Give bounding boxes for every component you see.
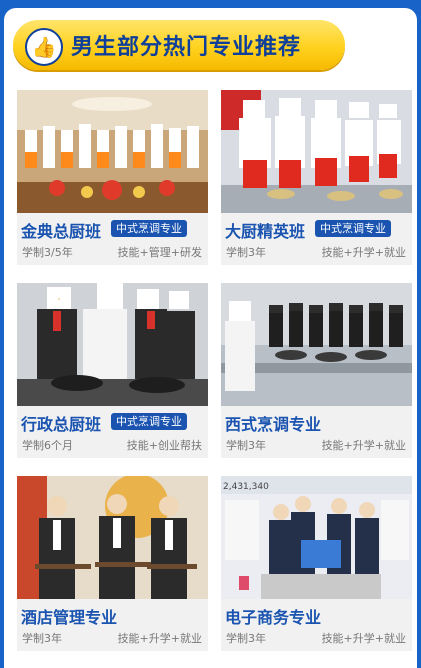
course-photo	[17, 90, 208, 213]
course-duration: 学制3年	[226, 632, 266, 645]
course-name: 电子商务专业	[225, 608, 322, 627]
course-tag: 中式烹调专业	[111, 413, 187, 430]
course-info: 行政总厨班 中式烹调专业 学制6个月 技能+创业帮扶	[17, 406, 208, 458]
course-features: 技能+升学+就业	[321, 439, 406, 452]
course-info: 酒店管理专业 学制3年 技能+升学+就业	[17, 599, 208, 651]
course-features: 技能+管理+研发	[117, 246, 202, 259]
course-photo	[221, 90, 412, 213]
course-card-hotel-management[interactable]: 酒店管理专业 学制3年 技能+升学+就业	[17, 476, 208, 651]
course-card-elite-chef[interactable]: 大厨精英班 中式烹调专业 学制3年 技能+升学+就业	[221, 90, 412, 265]
course-name: 酒店管理专业	[21, 608, 118, 627]
course-features: 技能+升学+就业	[321, 246, 406, 259]
course-info: 金典总厨班 中式烹调专业 学制3/5年 技能+管理+研发	[17, 213, 208, 265]
course-card-executive-chef[interactable]: 行政总厨班 中式烹调专业 学制6个月 技能+创业帮扶	[17, 283, 208, 458]
thumbs-up-icon: 👍	[25, 28, 63, 66]
ecommerce-screen-text: 2,431,340	[223, 482, 269, 492]
course-duration: 学制3/5年	[22, 246, 73, 259]
course-duration: 学制6个月	[22, 439, 73, 452]
course-name: 西式烹调专业	[225, 415, 322, 434]
section-banner: 👍 男生部分热门专业推荐	[13, 20, 345, 70]
course-photo	[17, 283, 208, 406]
course-features: 技能+升学+就业	[117, 632, 202, 645]
section-title: 男生部分热门专业推荐	[71, 35, 302, 60]
course-card-ecommerce[interactable]: 2,431,340 电子商务专业 学制3年 技能+升学+就业	[221, 476, 412, 651]
course-name: 大厨精英班	[225, 222, 306, 241]
course-name: 金典总厨班	[21, 222, 102, 241]
course-duration: 学制3年	[226, 439, 266, 452]
course-name: 行政总厨班	[21, 415, 102, 434]
course-info: 电子商务专业 学制3年 技能+升学+就业	[221, 599, 412, 651]
course-photo	[17, 476, 208, 599]
course-duration: 学制3年	[226, 246, 266, 259]
course-tag: 中式烹调专业	[315, 220, 391, 237]
course-features: 技能+创业帮扶	[126, 439, 202, 452]
course-features: 技能+升学+就业	[321, 632, 406, 645]
course-card-western-cuisine[interactable]: 西式烹调专业 学制3年 技能+升学+就业	[221, 283, 412, 458]
course-info: 大厨精英班 中式烹调专业 学制3年 技能+升学+就业	[221, 213, 412, 265]
course-info: 西式烹调专业 学制3年 技能+升学+就业	[221, 406, 412, 458]
course-duration: 学制3年	[22, 632, 62, 645]
course-photo	[221, 283, 412, 406]
course-tag: 中式烹调专业	[111, 220, 187, 237]
course-card-gold-chef[interactable]: 金典总厨班 中式烹调专业 学制3/5年 技能+管理+研发	[17, 90, 208, 265]
course-photo: 2,431,340	[221, 476, 412, 599]
